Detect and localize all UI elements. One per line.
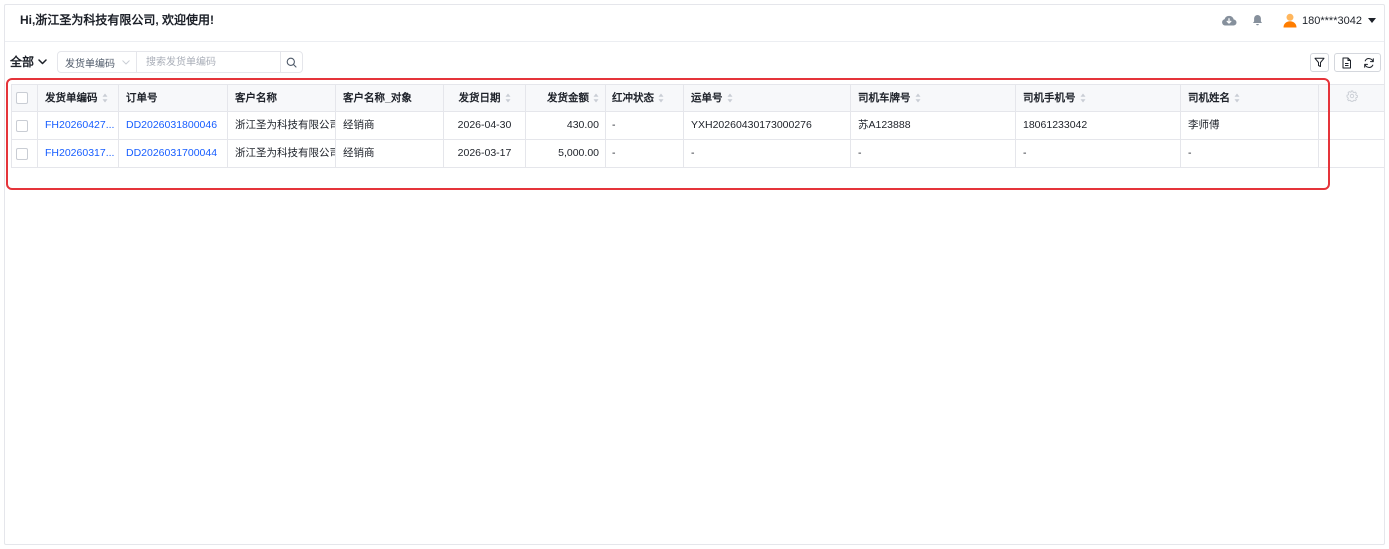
cell-customer-name: 浙江圣为科技有限公司 [227, 111, 336, 140]
sort-icon[interactable] [1234, 93, 1240, 103]
cell-customer-object: 经销商 [335, 139, 444, 168]
row-checkbox[interactable] [16, 147, 28, 160]
cell-driver-name: 李师傅 [1180, 111, 1319, 140]
cell-customer-object: 经销商 [335, 111, 444, 140]
sort-icon[interactable] [505, 93, 511, 103]
cell-waybill-no: - [683, 139, 851, 168]
column-header-label: 订单号 [126, 91, 158, 104]
cell-ship-date: 2026-04-30 [443, 111, 526, 140]
column-header-label: 司机姓名 [1188, 91, 1230, 104]
search-button[interactable] [280, 52, 302, 72]
column-header-label: 运单号 [691, 91, 723, 104]
cell-checkbox [11, 111, 38, 140]
bell-icon[interactable] [1252, 14, 1263, 26]
column-settings-button[interactable] [1346, 90, 1358, 102]
export-icon [1341, 57, 1352, 69]
column-header-label: 发货日期 [458, 91, 501, 104]
filter-icon [1314, 57, 1325, 68]
column-header-label: 客户名称 [235, 91, 277, 104]
cell-driver-phone: 18061233042 [1015, 111, 1181, 140]
cell-driver-plate: 苏A123888 [850, 111, 1016, 140]
refresh-icon [1363, 57, 1375, 69]
cell-order-no: DD2026031800046 [118, 111, 228, 140]
search-icon [286, 57, 297, 68]
cell-settings [1318, 139, 1385, 168]
cell-ship-amount: 5,000.00 [525, 139, 606, 168]
header-divider [5, 41, 1384, 42]
column-header-label: 客户名称_对象 [343, 91, 412, 104]
column-header-customer-object: 客户名称_对象 [335, 84, 444, 112]
shipment-table: 发货单编码 订单号 客户名称 客户名称_对象 发货日期 发货金额 红冲状态 运单… [11, 84, 1385, 168]
cloud-download-icon[interactable] [1221, 14, 1237, 27]
column-header-ship-amount[interactable]: 发货金额 [525, 84, 606, 112]
column-header-label: 发货金额 [547, 91, 589, 104]
order-no-link[interactable]: DD2026031800046 [126, 119, 217, 131]
search-field-select[interactable]: 发货单编码 [58, 52, 137, 72]
table-row[interactable]: FH20260427... DD2026031800046 浙江圣为科技有限公司… [11, 111, 1385, 140]
search-input[interactable] [137, 52, 280, 72]
sort-icon[interactable] [915, 93, 921, 103]
column-header-driver-phone[interactable]: 司机手机号 [1015, 84, 1181, 112]
chevron-down-icon [38, 59, 47, 65]
cell-driver-name: - [1180, 139, 1319, 168]
chevron-down-icon [122, 59, 130, 65]
page-card: Hi,浙江圣为科技有限公司, 欢迎使用! 180****3042 全部 发货单编… [4, 4, 1385, 545]
sort-icon[interactable] [727, 93, 733, 103]
column-header-customer-name: 客户名称 [227, 84, 336, 112]
column-header-select [11, 84, 38, 112]
column-header-ship-date[interactable]: 发货日期 [443, 84, 526, 112]
select-all-checkbox[interactable] [16, 92, 28, 104]
table-row[interactable]: FH20260317... DD2026031700044 浙江圣为科技有限公司… [11, 139, 1385, 168]
cell-checkbox [11, 139, 38, 168]
shipment-code-link[interactable]: FH20260427... [45, 119, 114, 131]
cell-shipment-code: FH20260427... [37, 111, 119, 140]
column-header-red-reversal-status[interactable]: 红冲状态 [605, 84, 684, 112]
user-menu[interactable]: 180****3042 [1283, 12, 1376, 29]
order-no-link[interactable]: DD2026031700044 [126, 147, 217, 159]
column-header-label: 司机车牌号 [858, 91, 911, 104]
cell-customer-name: 浙江圣为科技有限公司 [227, 139, 336, 168]
column-header-order-no: 订单号 [118, 84, 228, 112]
shipment-code-link[interactable]: FH20260317... [45, 147, 114, 159]
refresh-button[interactable] [1358, 54, 1381, 71]
column-header-shipment-code[interactable]: 发货单编码 [37, 84, 119, 112]
search-field-label: 发货单编码 [65, 58, 115, 70]
filter-button[interactable] [1310, 53, 1329, 72]
cell-driver-phone: - [1015, 139, 1181, 168]
column-header-driver-plate[interactable]: 司机车牌号 [850, 84, 1016, 112]
search-group: 发货单编码 [57, 51, 303, 73]
avatar-icon [1283, 13, 1297, 28]
scope-label: 全部 [10, 55, 35, 69]
cell-settings [1318, 111, 1385, 140]
cell-red-reversal-status: - [605, 111, 684, 140]
column-header-waybill-no[interactable]: 运单号 [683, 84, 851, 112]
sort-icon[interactable] [1080, 93, 1086, 103]
column-header-label: 发货单编码 [45, 91, 98, 104]
greeting-text: Hi,浙江圣为科技有限公司, 欢迎使用! [20, 13, 214, 27]
table-tools [1334, 53, 1381, 72]
table-header-row: 发货单编码 订单号 客户名称 客户名称_对象 发货日期 发货金额 红冲状态 运单… [11, 84, 1385, 112]
gear-icon [1346, 90, 1358, 102]
column-header-label: 司机手机号 [1023, 91, 1076, 104]
user-phone: 180****3042 [1302, 14, 1362, 27]
column-header-settings [1318, 84, 1385, 112]
cell-shipment-code: FH20260317... [37, 139, 119, 168]
column-header-driver-name[interactable]: 司机姓名 [1180, 84, 1319, 112]
cell-ship-amount: 430.00 [525, 111, 606, 140]
cell-driver-plate: - [850, 139, 1016, 168]
row-checkbox[interactable] [16, 119, 28, 132]
cell-red-reversal-status: - [605, 139, 684, 168]
cell-order-no: DD2026031700044 [118, 139, 228, 168]
caret-down-icon [1367, 18, 1376, 23]
sort-icon[interactable] [102, 93, 108, 103]
export-button[interactable] [1335, 54, 1358, 71]
cell-waybill-no: YXH20260430173000276 [683, 111, 851, 140]
cell-ship-date: 2026-03-17 [443, 139, 526, 168]
column-header-label: 红冲状态 [612, 91, 654, 104]
scope-dropdown[interactable]: 全部 [10, 55, 47, 69]
sort-icon[interactable] [658, 93, 664, 103]
sort-icon[interactable] [593, 93, 599, 103]
